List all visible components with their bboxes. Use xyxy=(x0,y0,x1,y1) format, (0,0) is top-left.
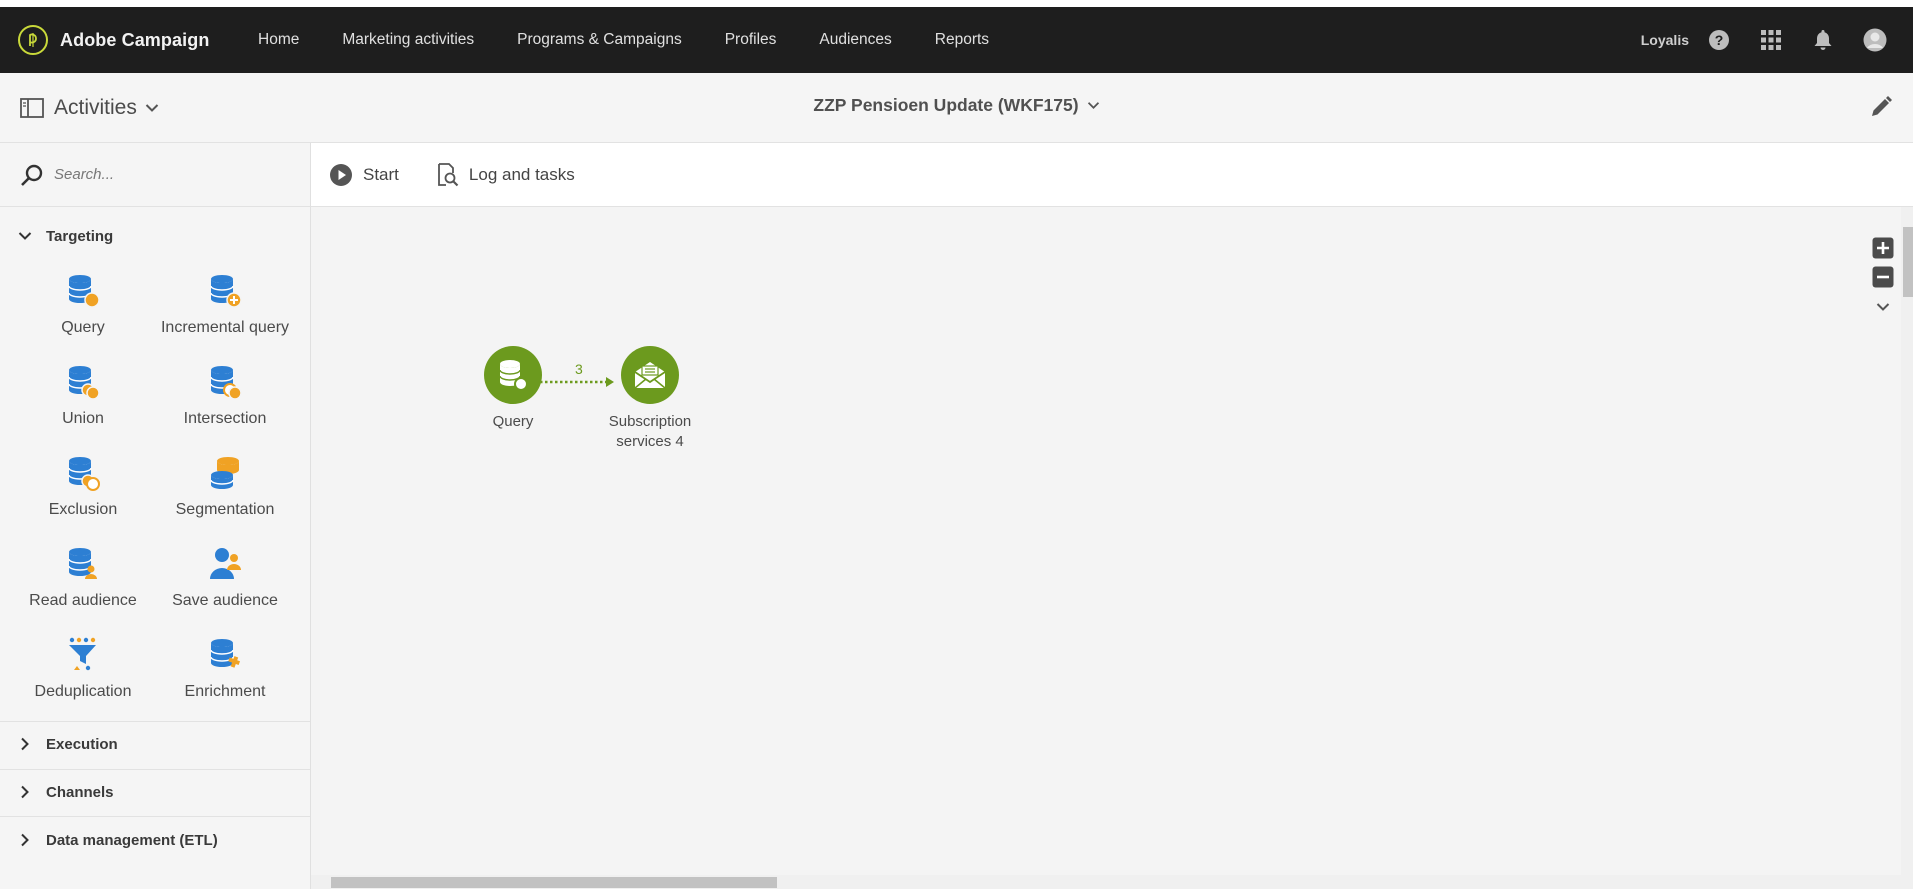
log-and-tasks-label: Log and tasks xyxy=(468,164,575,184)
section-channels[interactable]: Channels xyxy=(0,781,310,803)
node-label: Subscription services 4 xyxy=(590,412,710,452)
segmentation-icon xyxy=(150,451,300,491)
activity-deduplication[interactable]: Deduplication xyxy=(8,633,158,701)
activity-union[interactable]: Union xyxy=(8,360,158,428)
section-label: Targeting xyxy=(46,227,114,245)
activity-label: Read audience xyxy=(29,592,137,609)
log-and-tasks-button[interactable]: Log and tasks xyxy=(437,162,575,187)
zoom-in-icon[interactable] xyxy=(1871,236,1895,260)
help-icon[interactable]: ? xyxy=(1707,28,1731,52)
divider xyxy=(0,816,310,817)
envelope-icon xyxy=(621,346,679,404)
activity-label: Enrichment xyxy=(184,683,266,700)
vertical-scrollbar[interactable] xyxy=(1901,207,1913,889)
workflow-canvas[interactable]: Start Log and tasks Query 3 Subscription… xyxy=(311,143,1913,889)
search-icon xyxy=(21,164,43,186)
chevron-right-icon xyxy=(21,785,29,799)
play-icon xyxy=(330,163,352,186)
workflow-title[interactable]: ZZP Pensioen Update (WKF175) xyxy=(813,95,1078,116)
activity-label: Intersection xyxy=(183,410,267,427)
activity-enrichment[interactable]: Enrichment xyxy=(150,633,300,701)
node-label: Query xyxy=(492,413,534,430)
deduplication-icon xyxy=(8,633,158,673)
activity-label: Query xyxy=(61,319,105,336)
query-icon xyxy=(8,269,158,309)
activity-label: Segmentation xyxy=(175,501,275,518)
window-top-strip xyxy=(0,0,1913,7)
section-data-management[interactable]: Data management (ETL) xyxy=(0,829,310,851)
chevron-down-icon[interactable] xyxy=(1871,295,1895,319)
brand[interactable]: Adobe Campaign xyxy=(18,24,209,56)
nav-reports[interactable]: Reports xyxy=(935,31,989,49)
divider xyxy=(0,721,310,722)
top-bar: Adobe Campaign Home Marketing activities… xyxy=(0,7,1913,73)
section-execution[interactable]: Execution xyxy=(0,733,310,755)
nav-home[interactable]: Home xyxy=(258,31,299,49)
activity-segmentation[interactable]: Segmentation xyxy=(150,451,300,519)
activity-label: Union xyxy=(62,410,104,427)
activity-label: Save audience xyxy=(172,592,278,609)
org-name[interactable]: Loyalis xyxy=(1641,32,1689,48)
vertical-scroll-thumb[interactable] xyxy=(1903,227,1913,297)
workflow-header: Activities ZZP Pensioen Update (WKF175) xyxy=(0,73,1913,143)
activity-search xyxy=(0,143,310,207)
exclusion-icon xyxy=(8,451,158,491)
activity-label: Deduplication xyxy=(34,683,132,700)
activity-incremental-query[interactable]: Incremental query xyxy=(150,269,300,337)
activity-label: Incremental query xyxy=(160,319,290,336)
horizontal-scrollbar[interactable] xyxy=(311,875,1901,889)
start-label: Start xyxy=(363,164,399,184)
section-label: Data management (ETL) xyxy=(46,831,218,849)
union-icon xyxy=(8,360,158,400)
top-right-controls: Loyalis ? xyxy=(1641,7,1913,73)
adobe-campaign-logo-icon xyxy=(18,25,48,55)
activity-intersection[interactable]: Intersection xyxy=(150,360,300,428)
user-avatar-icon[interactable] xyxy=(1863,28,1887,52)
nav-audiences[interactable]: Audiences xyxy=(819,31,891,49)
chevron-right-icon xyxy=(21,737,29,751)
node-label-line: services 4 xyxy=(616,433,684,450)
start-button[interactable]: Start xyxy=(329,163,399,187)
transition-count: 3 xyxy=(575,361,583,377)
section-targeting[interactable]: Targeting xyxy=(0,225,310,247)
brand-name: Adobe Campaign xyxy=(60,29,210,50)
bell-icon[interactable] xyxy=(1811,28,1835,52)
nav-profiles[interactable]: Profiles xyxy=(725,31,777,49)
divider xyxy=(0,769,310,770)
query-node-icon xyxy=(484,346,542,404)
activities-sidebar: Targeting Query Incremental query Union … xyxy=(0,143,311,889)
main-nav: Home Marketing activities Programs & Cam… xyxy=(258,7,1032,73)
activity-save-audience[interactable]: Save audience xyxy=(150,542,300,610)
section-label: Execution xyxy=(46,735,118,753)
section-label: Channels xyxy=(46,783,114,801)
nav-programs-campaigns[interactable]: Programs & Campaigns xyxy=(517,31,682,49)
save-audience-icon xyxy=(150,542,300,582)
chevron-right-icon xyxy=(21,833,29,847)
node-label-line: Subscription xyxy=(608,413,692,430)
activity-label: Exclusion xyxy=(48,501,118,518)
log-search-icon xyxy=(438,162,459,186)
apps-grid-icon[interactable] xyxy=(1759,28,1783,52)
workflow-toolbar: Start Log and tasks xyxy=(311,143,1913,207)
edit-pencil-icon[interactable] xyxy=(1867,93,1895,121)
zoom-out-icon[interactable] xyxy=(1871,265,1895,289)
horizontal-scroll-thumb[interactable] xyxy=(331,877,777,888)
workflow-title-area: ZZP Pensioen Update (WKF175) xyxy=(0,95,1913,116)
workflow-node-subscription-services[interactable]: Subscription services 4 xyxy=(590,346,710,452)
enrichment-icon xyxy=(150,633,300,673)
activity-read-audience[interactable]: Read audience xyxy=(8,542,158,610)
chevron-down-icon xyxy=(18,232,32,240)
incremental-query-icon xyxy=(150,269,300,309)
activity-query[interactable]: Query xyxy=(8,269,158,337)
intersection-icon xyxy=(150,360,300,400)
nav-marketing-activities[interactable]: Marketing activities xyxy=(342,31,474,49)
activity-exclusion[interactable]: Exclusion xyxy=(8,451,158,519)
read-audience-icon xyxy=(8,542,158,582)
svg-text:?: ? xyxy=(1715,32,1724,48)
search-input[interactable] xyxy=(54,166,294,183)
chevron-down-icon[interactable] xyxy=(1087,101,1100,110)
